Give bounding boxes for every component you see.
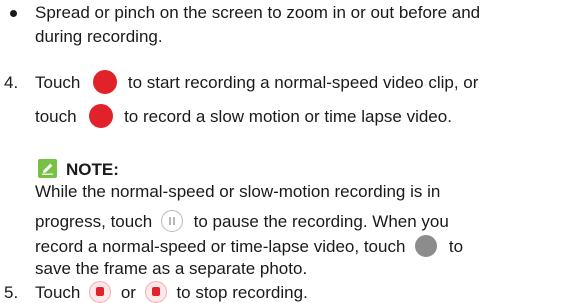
step-4-line-2-rest: to record a slow motion or time lapse vi…	[124, 107, 452, 126]
note-line-3-rest: to	[448, 237, 464, 256]
record-icon	[93, 69, 118, 94]
note-line-4: save the frame as a separate photo.	[35, 259, 308, 278]
step-4-line-1-rest: to start recording a normal-speed video …	[127, 73, 479, 92]
slow-motion-record-icon	[89, 103, 114, 128]
pause-icon	[160, 209, 183, 232]
note-line-1: While the normal-speed or slow-motion re…	[35, 182, 441, 201]
step-4-line-1: Touch to start recording a normal-speed …	[35, 69, 479, 94]
step-5-or-text: or	[120, 283, 136, 302]
step-5-line: Touch or to stop recording.	[35, 280, 308, 303]
step-4-touch-text: Touch	[35, 73, 81, 92]
step-5-touch-text: Touch	[35, 283, 81, 302]
note-icon	[38, 159, 57, 178]
bullet-point	[10, 10, 17, 17]
note-line-3: record a normal-speed or time-lapse vide…	[35, 234, 464, 257]
step-5-rest: to stop recording.	[176, 283, 308, 302]
step-4-touch-text-2: touch	[35, 107, 77, 126]
bullet-text-line-1: Spread or pinch on the screen to zoom in…	[35, 3, 481, 22]
snapshot-icon	[415, 234, 438, 257]
step-4-number: 4.	[4, 73, 19, 92]
bullet-text-line-2: during recording.	[35, 27, 163, 46]
note-label: NOTE:	[66, 160, 119, 179]
note-line-2-rest: to pause the recording. When you	[193, 212, 449, 231]
note-line-3-start: record a normal-speed or time-lapse vide…	[35, 237, 406, 256]
step-4-line-2: touch to record a slow motion or time la…	[35, 103, 452, 128]
note-line-2: progress, touch to pause the recording. …	[35, 209, 449, 232]
step-5-number: 5.	[4, 283, 19, 302]
stop-icon-alt	[144, 280, 167, 303]
stop-icon	[89, 280, 112, 303]
note-line-2-start: progress, touch	[35, 212, 153, 231]
